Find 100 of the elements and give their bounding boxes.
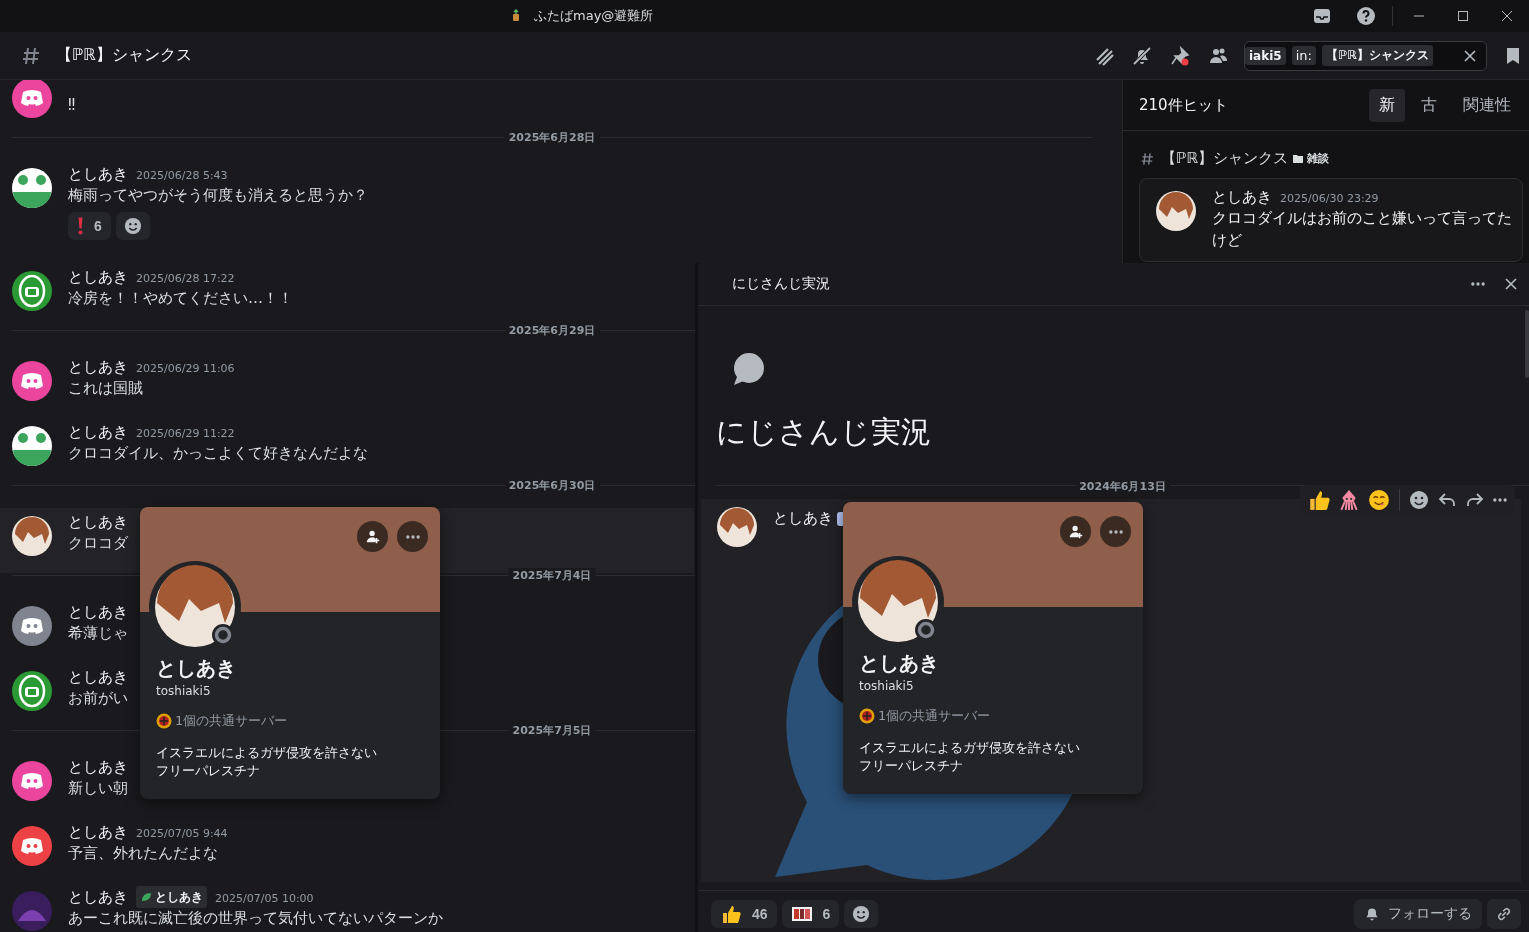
add-friend-button[interactable]	[1060, 516, 1091, 547]
window-title: ふたばmay@避難所	[534, 7, 654, 25]
add-friend-button[interactable]	[357, 521, 388, 552]
username: toshiaki5	[859, 679, 915, 693]
sort-tab[interactable]: 新	[1369, 88, 1405, 122]
profile-bio-line: イスラエルによるガザ侵攻を許さない	[156, 744, 378, 762]
author-name[interactable]: としあき	[68, 602, 128, 622]
link-icon	[1495, 905, 1513, 923]
add-reaction-button[interactable]	[844, 900, 879, 928]
character-avatar	[1156, 191, 1196, 231]
author-name[interactable]: としあき	[68, 164, 128, 184]
more-icon	[1493, 498, 1507, 502]
message-text: 希薄じゃ	[68, 623, 128, 644]
message-text: クロコダイルはお前のこと嫌いって言ってたけど	[1212, 208, 1512, 251]
maximize-icon	[1457, 10, 1469, 22]
mutual-servers-link[interactable]: 1個の共通サーバー	[878, 707, 991, 725]
timestamp: 2025/07/05 10:00	[215, 891, 314, 907]
squid-icon	[1338, 489, 1360, 511]
thread-title: にじさんじ実況	[732, 275, 830, 293]
smiling-face-icon	[1368, 489, 1390, 511]
message-text: 予言、外れたんだよな	[68, 843, 219, 864]
helmet-avatar	[12, 671, 52, 711]
author-name[interactable]: としあき	[773, 509, 833, 547]
timestamp: 2025/06/28 5:43	[136, 168, 228, 184]
quick-reaction-button[interactable]	[1366, 487, 1392, 513]
default-avatar	[12, 826, 52, 866]
add-reaction-icon	[123, 217, 142, 235]
message-text: クロコダ	[68, 533, 128, 554]
author-name[interactable]: としあき	[68, 512, 128, 532]
author-name[interactable]: としあき	[68, 422, 128, 442]
default-avatar	[12, 606, 52, 646]
frog-avatar	[12, 426, 52, 466]
follow-button[interactable]: フォローする	[1354, 899, 1482, 929]
display-name: としあき	[859, 650, 940, 677]
add-friend-icon	[1067, 523, 1084, 540]
sort-tab[interactable]: 古	[1411, 88, 1447, 122]
message-text: お前がい	[68, 688, 128, 709]
search-chip: in:	[1291, 46, 1316, 65]
helmet-avatar	[12, 271, 52, 311]
more-icon	[405, 534, 420, 539]
message-text: クロコダイル、かっこよくて好きなんだよな	[68, 443, 368, 464]
message-text: 梅雨ってやつがそう何度も消えると思うか？	[68, 185, 368, 206]
message-text: これは国賊	[68, 378, 144, 399]
reaction-count: 6	[822, 906, 831, 922]
inbox-icon	[1312, 6, 1332, 26]
timestamp: 2025/06/28 17:22	[136, 271, 235, 287]
search-result-card[interactable]: としあき 2025/06/30 23:29 クロコダイルはお前のこと嫌いって言ってたけど	[1139, 178, 1523, 262]
reaction-button[interactable]: 6	[68, 212, 111, 240]
message-text: 冷房を！！やめてください…！！	[68, 288, 293, 309]
message-text: 新しい朝	[68, 778, 128, 799]
frog-avatar	[12, 168, 52, 208]
author-name[interactable]: としあき	[1212, 187, 1272, 207]
bell-icon	[1364, 906, 1380, 922]
muted-bell-icon	[1132, 45, 1152, 66]
author-name[interactable]: としあき	[68, 822, 128, 842]
timestamp: 2025/06/29 11:06	[136, 361, 235, 377]
author-name[interactable]: としあき	[68, 887, 128, 907]
pin-icon	[1170, 45, 1190, 66]
thread-heading: にじさんじ実況	[716, 413, 932, 451]
timestamp: 2025/07/05 9:44	[136, 826, 228, 842]
close-icon	[1501, 10, 1513, 22]
add-reaction-button[interactable]	[115, 212, 150, 240]
search-field[interactable]: iaki5 in: 【ℙℝ】シャンクス	[1244, 40, 1487, 71]
profile-bio-line: フリーパレスチナ	[859, 757, 964, 775]
default-avatar	[12, 361, 52, 401]
author-name[interactable]: としあき	[68, 357, 128, 377]
more-icon	[1471, 282, 1485, 286]
sort-tab[interactable]: 関連性	[1453, 88, 1521, 122]
close-icon	[1503, 276, 1519, 292]
mutual-servers-link[interactable]: 1個の共通サーバー	[175, 712, 288, 730]
add-reaction-icon	[852, 905, 871, 923]
add-reaction-button[interactable]	[1407, 488, 1431, 512]
pin-button[interactable]	[1168, 43, 1192, 68]
add-friend-icon	[364, 528, 381, 545]
search-chip: iaki5	[1245, 46, 1286, 65]
picture-emoji-icon	[790, 904, 813, 924]
copy-link-button[interactable]	[1487, 899, 1521, 929]
more-icon	[1108, 529, 1123, 534]
scrollbar-thumb[interactable]	[1525, 310, 1529, 378]
thumbs-up-icon	[1308, 489, 1330, 511]
reaction-button[interactable]: 46	[711, 900, 777, 928]
message-text: あーこれ既に滅亡後の世界って気付いてないパターンか	[68, 908, 443, 929]
default-avatar	[12, 761, 52, 801]
more-button[interactable]	[1491, 496, 1509, 504]
close-icon	[1462, 47, 1478, 64]
reaction-button[interactable]: 6	[781, 900, 840, 928]
profile-bio-line: イスラエルによるガザ侵攻を許さない	[859, 739, 1081, 757]
result-count: 210件ヒット	[1139, 95, 1228, 115]
author-name[interactable]: としあき	[68, 267, 128, 287]
channel-name: 【ℙℝ】シャンクス	[1161, 149, 1289, 168]
thumbs-up-icon	[720, 904, 742, 924]
author-name[interactable]: としあき	[68, 757, 128, 777]
message-text: ‼	[68, 95, 76, 116]
author-name[interactable]: としあき	[68, 667, 128, 687]
reaction-count: 6	[94, 218, 102, 234]
leaf-icon	[140, 891, 152, 903]
server-icon	[156, 713, 172, 729]
more-button[interactable]	[1469, 280, 1487, 288]
user-tag: としあき	[136, 886, 207, 908]
folder-icon	[1292, 152, 1305, 165]
